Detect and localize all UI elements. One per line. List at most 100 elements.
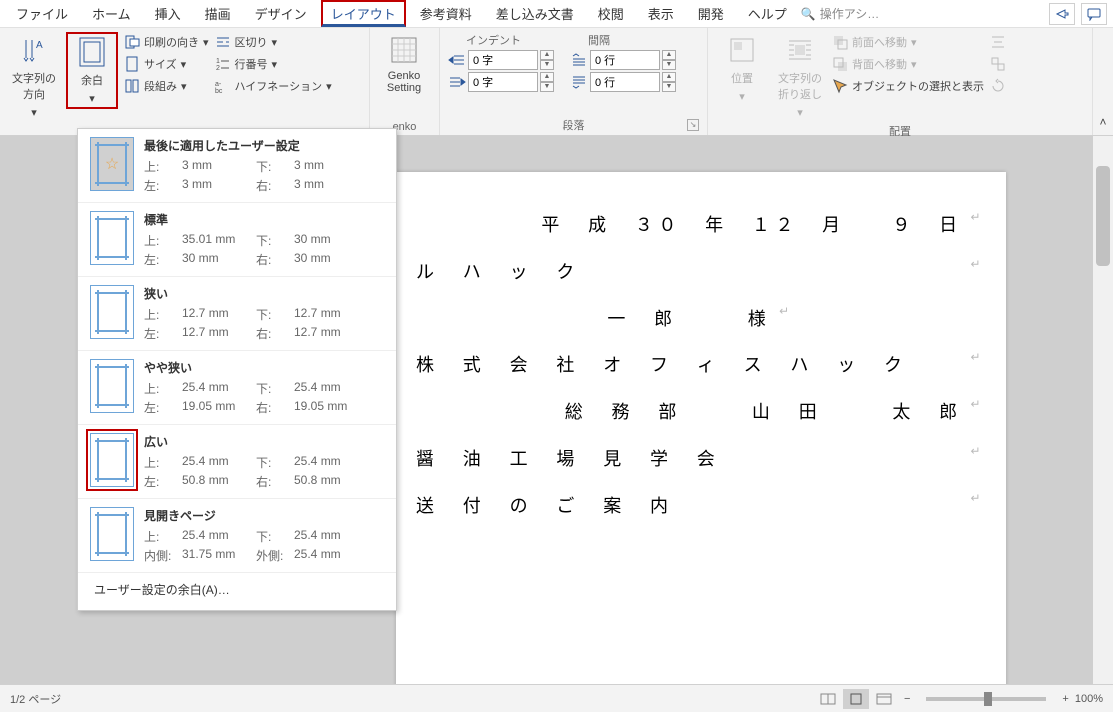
indent-header: インデント <box>448 32 554 48</box>
spacing-before-icon <box>570 53 588 67</box>
paragraph-mark-icon: ↵ <box>971 202 986 249</box>
margin-value: 19.05 mm <box>182 399 252 416</box>
web-layout-button[interactable] <box>871 689 897 709</box>
breaks-label: 区切り <box>235 34 268 50</box>
selection-pane-button[interactable]: オブジェクトの選択と表示 <box>832 76 984 96</box>
columns-icon <box>124 78 140 94</box>
margin-option-4[interactable]: 広い上:25.4 mm下:25.4 mm左:50.8 mm右:50.8 mm <box>78 424 396 498</box>
spacing-after-spinner[interactable]: ▲▼ <box>570 72 676 92</box>
margin-option-0[interactable]: ☆最後に適用したユーザー設定上:3 mm下:3 mm左:3 mm右:3 mm <box>78 129 396 202</box>
spacing-after-input[interactable] <box>590 72 660 92</box>
vertical-scrollbar[interactable] <box>1093 136 1113 684</box>
hyphenation-icon: a-bc <box>215 78 231 94</box>
margin-value: 25.4 mm <box>294 380 364 397</box>
breaks-button[interactable]: 区切り ▾ <box>215 32 332 52</box>
zoom-level[interactable]: 100% <box>1075 693 1103 705</box>
margins-label: 余白 <box>81 72 103 88</box>
svg-text:2: 2 <box>216 65 220 72</box>
search-placeholder: 操作アシ… <box>820 5 880 22</box>
margin-key: 上: <box>144 158 178 175</box>
tell-me-search[interactable]: 🔍 操作アシ… <box>801 5 879 22</box>
tab-help[interactable]: ヘルプ <box>738 0 797 27</box>
spin-up[interactable]: ▲ <box>662 72 676 82</box>
genko-button[interactable]: Genko Setting <box>378 32 430 96</box>
dropdown-arrow-icon: ▾ <box>272 58 278 71</box>
text-direction-button[interactable]: A 文字列の方向 ▾ <box>8 32 60 121</box>
hyphenation-button[interactable]: a-bcハイフネーション ▾ <box>215 76 332 96</box>
spin-up[interactable]: ▲ <box>540 50 554 60</box>
margin-option-5[interactable]: 見開きページ上:25.4 mm下:25.4 mm内側:31.75 mm外側:25… <box>78 498 396 572</box>
margin-key: 上: <box>144 232 178 249</box>
spacing-after-icon <box>570 75 588 89</box>
margin-key: 左: <box>144 177 178 194</box>
position-button: 位置▾ <box>716 32 768 105</box>
spin-down[interactable]: ▼ <box>662 82 676 92</box>
margin-value: 3 mm <box>182 177 252 194</box>
tab-review[interactable]: 校閲 <box>588 0 634 27</box>
spin-down[interactable]: ▼ <box>540 82 554 92</box>
send-backward-label: 背面へ移動 <box>852 56 907 72</box>
custom-margins-button[interactable]: ユーザー設定の余白(A)… <box>78 572 396 606</box>
zoom-in-button[interactable]: + <box>1062 693 1068 705</box>
tab-design[interactable]: デザイン <box>245 0 317 27</box>
doc-line: 一 郎 様 <box>607 296 771 343</box>
margin-option-title: 狭い <box>144 285 384 302</box>
page-indicator[interactable]: 1/2 ページ <box>10 691 61 707</box>
collapse-ribbon-button[interactable]: ˄ <box>1099 115 1106 129</box>
spin-up[interactable]: ▲ <box>662 50 676 60</box>
indent-right-input[interactable] <box>468 72 538 92</box>
tab-insert[interactable]: 挿入 <box>145 0 191 27</box>
scrollbar-thumb[interactable] <box>1096 166 1110 266</box>
indent-right-spinner[interactable]: ▲▼ <box>448 72 554 92</box>
tab-file[interactable]: ファイル <box>6 0 78 27</box>
rotate-button <box>990 76 1006 96</box>
margin-value: 19.05 mm <box>294 399 364 416</box>
zoom-slider-handle[interactable] <box>984 692 992 706</box>
paragraph-mark-icon: ↵ <box>971 483 986 530</box>
spacing-before-spinner[interactable]: ▲▼ <box>570 50 676 70</box>
margin-option-2[interactable]: 狭い上:12.7 mm下:12.7 mm左:12.7 mm右:12.7 mm <box>78 276 396 350</box>
tab-mailings[interactable]: 差し込み文書 <box>486 0 584 27</box>
breaks-icon <box>215 34 231 50</box>
orientation-button[interactable]: 印刷の向き ▾ <box>124 32 209 52</box>
spin-down[interactable]: ▼ <box>540 60 554 70</box>
tab-developer[interactable]: 開発 <box>688 0 734 27</box>
tab-view[interactable]: 表示 <box>638 0 684 27</box>
margin-value: 12.7 mm <box>182 306 252 323</box>
bring-forward-icon <box>832 34 848 50</box>
zoom-slider[interactable] <box>926 697 1046 701</box>
tab-references[interactable]: 参考資料 <box>410 0 482 27</box>
comments-button[interactable] <box>1081 3 1107 25</box>
indent-left-input[interactable] <box>468 50 538 70</box>
margin-option-1[interactable]: 標準上:35.01 mm下:30 mm左:30 mm右:30 mm <box>78 202 396 276</box>
share-button[interactable] <box>1049 3 1075 25</box>
spin-down[interactable]: ▼ <box>662 60 676 70</box>
print-layout-button[interactable] <box>843 689 869 709</box>
tab-layout[interactable]: レイアウト <box>321 0 406 27</box>
margin-key: 外側: <box>256 547 290 564</box>
columns-button[interactable]: 段組み ▾ <box>124 76 209 96</box>
margins-button[interactable]: 余白 ▾ <box>66 32 118 109</box>
zoom-out-button[interactable]: − <box>904 693 910 705</box>
text-direction-label: 文字列の方向 <box>10 70 58 102</box>
margin-value: 3 mm <box>182 158 252 175</box>
line-numbers-button[interactable]: 12行番号 ▾ <box>215 54 332 74</box>
margin-option-title: 見開きページ <box>144 507 384 524</box>
size-button[interactable]: サイズ ▾ <box>124 54 209 74</box>
search-icon: 🔍 <box>801 7 816 21</box>
margin-value: 25.4 mm <box>294 547 364 564</box>
dialog-launcher[interactable]: ↘ <box>687 119 699 131</box>
page[interactable]: 平 成 ３０ 年 １２ 月 ９ 日↵ ル ハ ッ ク↵ 一 郎 様↵ 株 式 会… <box>396 172 1006 684</box>
group-icon <box>990 56 1006 72</box>
line-numbers-label: 行番号 <box>235 56 268 72</box>
tab-home[interactable]: ホーム <box>82 0 141 27</box>
read-mode-button[interactable] <box>815 689 841 709</box>
margin-option-title: 標準 <box>144 211 384 228</box>
paragraph-mark-icon: ↵ <box>971 342 986 389</box>
tab-draw[interactable]: 描画 <box>195 0 241 27</box>
spacing-before-input[interactable] <box>590 50 660 70</box>
margin-option-3[interactable]: やや狭い上:25.4 mm下:25.4 mm左:19.05 mm右:19.05 … <box>78 350 396 424</box>
doc-line: 醤 油 工 場 見 学 会 <box>416 436 720 483</box>
indent-left-spinner[interactable]: ▲▼ <box>448 50 554 70</box>
spin-up[interactable]: ▲ <box>540 72 554 82</box>
